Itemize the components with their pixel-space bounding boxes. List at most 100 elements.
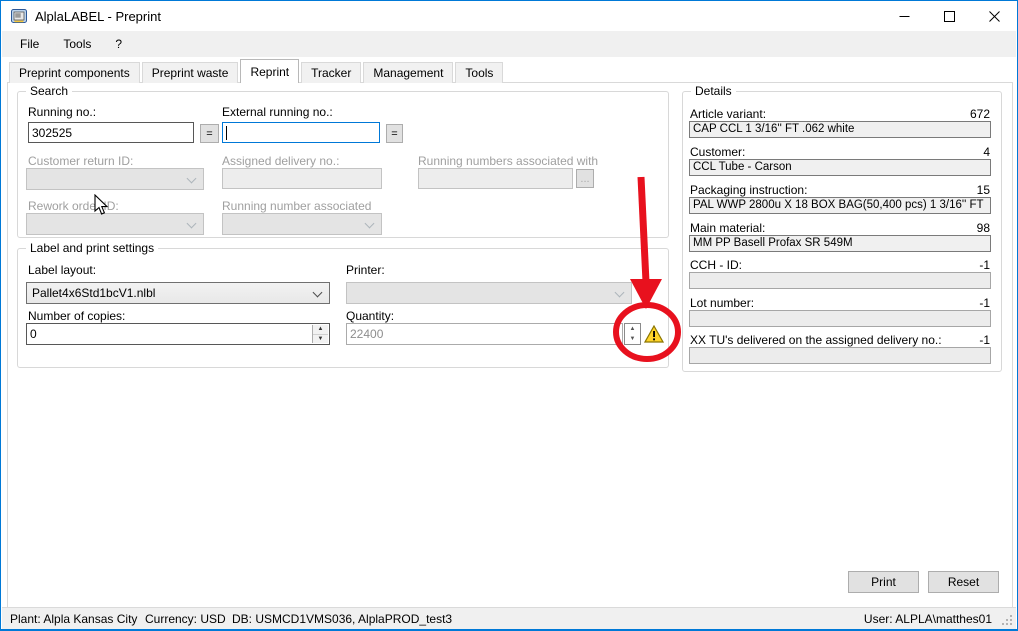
- rework-order-id-label: Rework order ID:: [28, 199, 119, 213]
- details-row-packaging-instruction: Packaging instruction: 15 PAL WWP 2800u …: [689, 183, 991, 219]
- external-running-no-label: External running no.:: [222, 105, 333, 119]
- details-number: -1: [979, 333, 990, 347]
- menu-tools[interactable]: Tools: [51, 33, 103, 55]
- window-title: AlplaLABEL - Preprint: [35, 9, 161, 24]
- minimize-icon: [899, 11, 910, 22]
- external-running-no-equals-button[interactable]: =: [386, 124, 403, 143]
- details-label: Lot number:: [690, 296, 754, 310]
- details-number: 4: [983, 145, 990, 159]
- details-value: [689, 310, 991, 327]
- print-button[interactable]: Print: [848, 571, 919, 593]
- label-layout-label: Label layout:: [28, 263, 96, 277]
- customer-return-id-select: [26, 168, 204, 190]
- minimize-button[interactable]: [882, 1, 927, 31]
- running-no-input[interactable]: [28, 122, 194, 143]
- app-window: AlplaLABEL - Preprint File Tools ? Prepr…: [0, 0, 1018, 631]
- details-group-title: Details: [691, 84, 736, 98]
- details-number: 98: [977, 221, 990, 235]
- details-row-lot-number: Lot number: -1: [689, 296, 991, 332]
- chevron-down-icon: [187, 219, 197, 229]
- quantity-label: Quantity:: [346, 309, 394, 323]
- assigned-delivery-no-label: Assigned delivery no.:: [222, 154, 339, 168]
- details-value: [689, 272, 991, 289]
- search-group: Search Running no.: = External running n…: [17, 91, 669, 238]
- maximize-button[interactable]: [927, 1, 972, 31]
- warning-icon: [644, 325, 664, 343]
- chevron-down-icon: [365, 219, 375, 229]
- printer-label: Printer:: [346, 263, 385, 277]
- label-layout-value: Pallet4x6Std1bcV1.nlbl: [32, 286, 155, 300]
- chevron-down-icon: [187, 174, 197, 184]
- details-label: CCH - ID:: [690, 258, 742, 272]
- tab-management[interactable]: Management: [363, 62, 453, 83]
- status-plant: Plant: Alpla Kansas City: [10, 612, 137, 626]
- assigned-delivery-no-input: [222, 168, 382, 189]
- customer-return-id-label: Customer return ID:: [28, 154, 133, 168]
- spin-up-icon[interactable]: ▲: [313, 325, 328, 335]
- tab-preprint-components[interactable]: Preprint components: [9, 62, 140, 83]
- details-label: Packaging instruction:: [690, 183, 807, 197]
- reset-button[interactable]: Reset: [928, 571, 999, 593]
- tab-tracker[interactable]: Tracker: [301, 62, 361, 83]
- details-label: Article variant:: [690, 107, 766, 121]
- spin-up-icon[interactable]: ▲: [625, 324, 640, 334]
- details-row-main-material: Main material: 98 MM PP Basell Profax SR…: [689, 221, 991, 257]
- chevron-down-icon: [615, 288, 625, 298]
- label-print-settings-title: Label and print settings: [26, 241, 158, 255]
- tab-tools[interactable]: Tools: [455, 62, 503, 83]
- number-of-copies-label: Number of copies:: [28, 309, 125, 323]
- details-number: 672: [970, 107, 990, 121]
- spin-down-icon[interactable]: ▼: [313, 335, 328, 344]
- details-number: -1: [979, 258, 990, 272]
- details-row-article-variant: Article variant: 672 CAP CCL 1 3/16'' FT…: [689, 107, 991, 143]
- rework-order-id-select: [26, 213, 204, 235]
- tab-reprint[interactable]: Reprint: [240, 59, 299, 83]
- status-user: User: ALPLA\matthes01: [864, 612, 992, 626]
- running-number-associated-select: [222, 213, 382, 235]
- app-icon: [11, 8, 27, 24]
- number-of-copies-spin-buttons[interactable]: ▲ ▼: [312, 325, 328, 343]
- close-icon: [989, 11, 1000, 22]
- printer-select: [346, 282, 632, 304]
- details-group: Details Article variant: 672 CAP CCL 1 3…: [682, 91, 1002, 372]
- status-db: DB: USMCD1VMS036, AlplaPROD_test3: [232, 612, 452, 626]
- details-row-cch-id: CCH - ID: -1: [689, 258, 991, 294]
- details-value: [689, 347, 991, 364]
- running-no-label: Running no.:: [28, 105, 96, 119]
- details-label: Customer:: [690, 145, 745, 159]
- label-layout-select[interactable]: Pallet4x6Std1bcV1.nlbl: [26, 282, 330, 304]
- menu-bar: File Tools ?: [2, 31, 1016, 57]
- text-caret: [226, 126, 227, 140]
- external-running-no-input[interactable]: [222, 122, 380, 143]
- details-row-customer: Customer: 4 CCL Tube - Carson: [689, 145, 991, 181]
- details-number: -1: [979, 296, 990, 310]
- title-bar: AlplaLABEL - Preprint: [1, 1, 1017, 31]
- chevron-down-icon: [313, 288, 323, 298]
- details-value: CCL Tube - Carson: [689, 159, 991, 176]
- details-label: Main material:: [690, 221, 765, 235]
- close-button[interactable]: [972, 1, 1017, 31]
- details-row-xx-tus-delivered: XX TU's delivered on the assigned delive…: [689, 333, 991, 369]
- status-bar: Plant: Alpla Kansas City Currency: USD D…: [2, 607, 1016, 629]
- running-no-equals-button[interactable]: =: [200, 124, 219, 143]
- running-numbers-associated-with-input: [418, 168, 573, 189]
- quantity-stepper[interactable]: ▲ ▼: [624, 323, 641, 345]
- tab-strip: Preprint components Preprint waste Repri…: [9, 59, 505, 83]
- tab-preprint-waste[interactable]: Preprint waste: [142, 62, 239, 83]
- details-number: 15: [977, 183, 990, 197]
- running-numbers-associated-with-label: Running numbers associated with: [418, 154, 598, 168]
- details-value: MM PP Basell Profax SR 549M: [689, 235, 991, 252]
- resize-grip-icon[interactable]: [1001, 614, 1013, 626]
- number-of-copies-stepper[interactable]: 0 ▲ ▼: [26, 323, 330, 345]
- details-value: PAL WWP 2800u X 18 BOX BAG(50,400 pcs) 1…: [689, 197, 991, 214]
- details-label: XX TU's delivered on the assigned delive…: [690, 333, 942, 347]
- menu-file[interactable]: File: [8, 33, 51, 55]
- quantity-input: [346, 323, 623, 345]
- menu-help[interactable]: ?: [103, 33, 134, 55]
- number-of-copies-value: 0: [30, 327, 37, 341]
- label-print-settings-group: Label and print settings Label layout: P…: [17, 248, 669, 368]
- status-currency: Currency: USD: [145, 612, 226, 626]
- spin-down-icon[interactable]: ▼: [625, 334, 640, 344]
- maximize-icon: [944, 11, 955, 22]
- search-group-title: Search: [26, 84, 72, 98]
